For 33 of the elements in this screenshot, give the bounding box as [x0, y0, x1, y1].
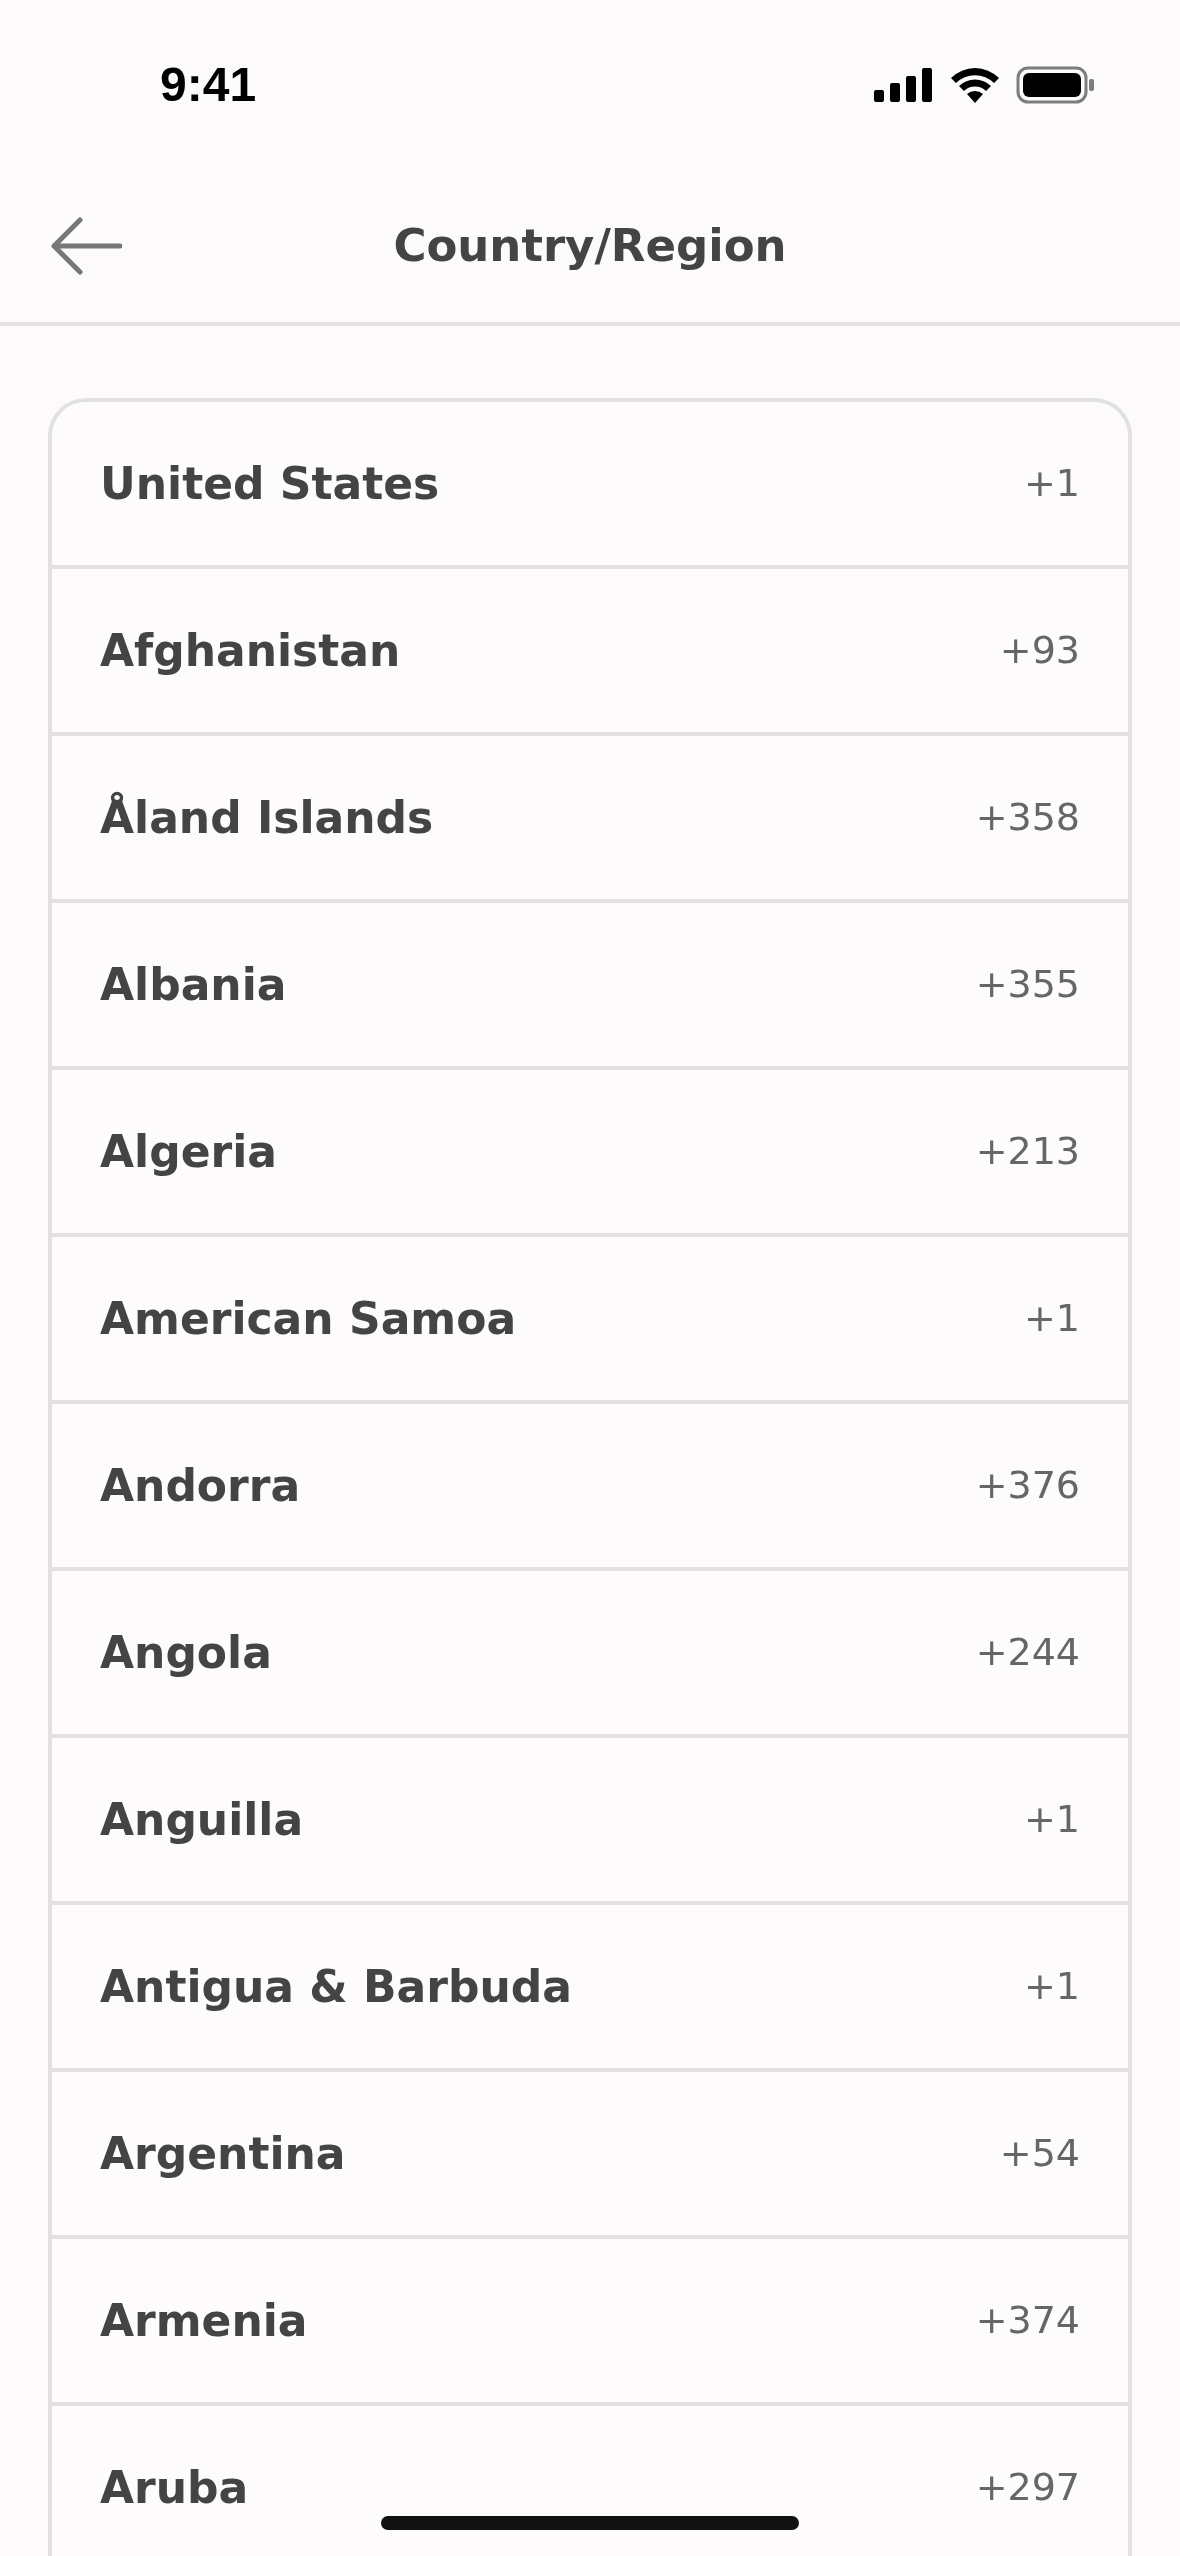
dial-code: +297 [975, 2464, 1080, 2511]
country-name: Algeria [100, 1124, 277, 1179]
dial-code: +1 [1023, 1796, 1080, 1843]
dial-code: +54 [999, 2130, 1080, 2177]
dial-code: +1 [1023, 1295, 1080, 1342]
dial-code: +358 [975, 794, 1080, 841]
country-name: Åland Islands [100, 790, 434, 845]
dial-code: +355 [975, 961, 1080, 1008]
country-name: Armenia [100, 2293, 308, 2348]
country-name: Albania [100, 957, 287, 1012]
back-arrow-icon [50, 216, 122, 276]
battery-icon [1016, 66, 1096, 104]
dial-code: +1 [1023, 1963, 1080, 2010]
dial-code: +244 [975, 1629, 1080, 1676]
country-name: American Samoa [100, 1291, 517, 1346]
back-button[interactable] [50, 216, 122, 276]
country-name: Afghanistan [100, 623, 401, 678]
status-time: 9:41 [160, 57, 257, 113]
country-name: Argentina [100, 2126, 346, 2181]
country-name: United States [100, 456, 440, 511]
dial-code: +1 [1023, 460, 1080, 507]
country-name: Aruba [100, 2460, 249, 2515]
country-name: Antigua & Barbuda [100, 1959, 572, 2014]
country-name: Angola [100, 1625, 272, 1680]
country-name: Anguilla [100, 1792, 304, 1847]
page-title: Country/Region [393, 218, 787, 275]
signal-icon [874, 68, 934, 102]
country-name: Andorra [100, 1458, 301, 1513]
dial-code: +374 [975, 2297, 1080, 2344]
wifi-icon [950, 67, 1000, 103]
dial-code: +213 [975, 1128, 1080, 1175]
dial-code: +376 [975, 1462, 1080, 1509]
dial-code: +93 [999, 627, 1080, 674]
